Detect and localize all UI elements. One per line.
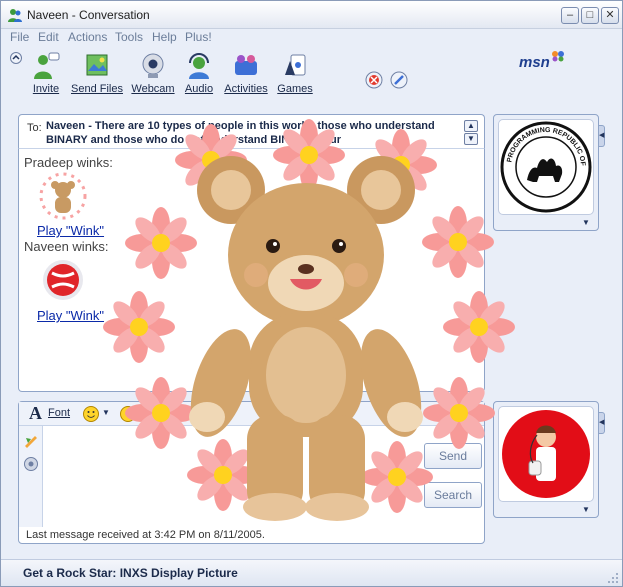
send-files-icon xyxy=(86,54,108,76)
activities-label: Activities xyxy=(224,83,268,95)
to-scroll-up-button[interactable]: ▲ xyxy=(464,120,478,132)
send-files-label: Send Files xyxy=(71,83,123,95)
conversation-history: Pradeep winks: Play "Wink" Naveen winks:… xyxy=(18,148,485,392)
search-button[interactable]: Search xyxy=(424,482,482,508)
font-button[interactable]: Font xyxy=(48,407,70,419)
bear-wink-thumbnail xyxy=(39,172,87,220)
ball-wink-thumbnail xyxy=(43,260,83,300)
games-icon xyxy=(285,54,306,76)
messenger-buddy-icon xyxy=(8,9,22,22)
menu-help[interactable]: Help xyxy=(152,30,177,44)
activities-icon xyxy=(235,55,257,75)
status-text: Last message received at 3:42 PM on 8/11… xyxy=(26,529,265,541)
collapse-my-picture-tab[interactable]: ◀ xyxy=(599,412,605,434)
advertisement-link[interactable]: Get a Rock Star: INXS Display Picture xyxy=(23,566,238,580)
formatting-toolbar: A Font ▼ xyxy=(19,402,484,426)
emoticon-dropdown-icon[interactable]: ▼ xyxy=(102,408,110,417)
wink-sender-line: Naveen winks: xyxy=(24,239,109,254)
send-button[interactable]: Send xyxy=(424,443,482,469)
activities-button[interactable]: Activities xyxy=(220,51,272,99)
audio-icon xyxy=(189,53,209,79)
invite-label: Invite xyxy=(32,83,60,95)
msn-butterfly-icon xyxy=(552,51,564,62)
menu-edit[interactable]: Edit xyxy=(38,30,59,44)
to-scroll-down-button[interactable]: ▼ xyxy=(464,133,478,145)
audio-button[interactable]: Audio xyxy=(173,51,225,99)
invite-button[interactable]: Invite xyxy=(20,51,72,99)
to-pane: To: Naveen - There are 10 types of peopl… xyxy=(18,114,485,148)
title-bar: Naveen - Conversation – □ ✕ xyxy=(1,1,622,29)
games-label: Games xyxy=(277,83,313,95)
play-wink-link[interactable]: Play "Wink" xyxy=(37,308,104,323)
games-button[interactable]: Games xyxy=(269,51,321,99)
menu-plus[interactable]: Plus! xyxy=(185,30,212,44)
close-button[interactable]: ✕ xyxy=(601,7,619,24)
menu-actions[interactable]: Actions xyxy=(68,30,107,44)
toolbar: Invite Send Files Webcam Audio Activitie… xyxy=(1,47,622,103)
invite-icon xyxy=(34,52,60,79)
menu-file[interactable]: File xyxy=(10,30,29,44)
wink-emoticon-icon[interactable] xyxy=(119,405,137,423)
my-display-picture xyxy=(498,406,594,502)
compose-side-toolbar xyxy=(19,426,43,527)
contact-display-picture-frame: PROGRAMMING REPUBLIC OF PERL ▼ ◀ xyxy=(493,114,605,231)
contact-display-picture: PROGRAMMING REPUBLIC OF PERL xyxy=(498,119,594,215)
my-display-picture-frame: ▼ ◀ xyxy=(493,401,605,518)
background-icon[interactable] xyxy=(390,71,408,89)
webcam-button[interactable]: Webcam xyxy=(127,51,179,99)
webcam-label: Webcam xyxy=(131,83,175,95)
window-title: Naveen - Conversation xyxy=(27,8,150,22)
menu-tools[interactable]: Tools xyxy=(115,30,143,44)
handwriting-icon[interactable] xyxy=(23,432,39,448)
conversation-window: Naveen - Conversation – □ ✕ File Edit Ac… xyxy=(0,0,623,587)
send-files-button[interactable]: Send Files xyxy=(69,51,125,99)
resize-grip-icon[interactable] xyxy=(607,572,619,584)
advertisement-bar: Get a Rock Star: INXS Display Picture xyxy=(1,559,622,586)
wink-sender-line: Pradeep winks: xyxy=(24,155,113,170)
audio-label: Audio xyxy=(184,83,214,95)
my-picture-menu-icon[interactable]: ▼ xyxy=(582,505,590,514)
play-wink-link[interactable]: Play "Wink" xyxy=(37,223,104,238)
font-icon[interactable]: A xyxy=(29,403,42,424)
to-label: To: xyxy=(27,122,42,134)
contact-picture-menu-icon[interactable]: ▼ xyxy=(582,218,590,227)
message-input[interactable] xyxy=(45,428,419,524)
msn-logo: msn xyxy=(519,54,550,71)
minimize-button[interactable]: – xyxy=(561,7,579,24)
message-compose-area: A Font ▼ Send Search xyxy=(18,401,485,544)
music-listener-image xyxy=(502,410,590,498)
menu-bar: File Edit Actions Tools Help Plus! xyxy=(1,29,622,47)
maximize-button[interactable]: □ xyxy=(581,7,599,24)
webcam-icon xyxy=(142,53,164,78)
emoticon-icon[interactable] xyxy=(82,405,100,423)
collapse-contact-picture-tab[interactable]: ◀ xyxy=(599,125,605,147)
perl-seal-image: PROGRAMMING REPUBLIC OF PERL xyxy=(499,120,592,213)
contact-personal-message: Naveen - There are 10 types of people in… xyxy=(46,120,435,146)
block-icon[interactable] xyxy=(365,71,383,89)
voice-clip-icon[interactable] xyxy=(23,456,39,472)
